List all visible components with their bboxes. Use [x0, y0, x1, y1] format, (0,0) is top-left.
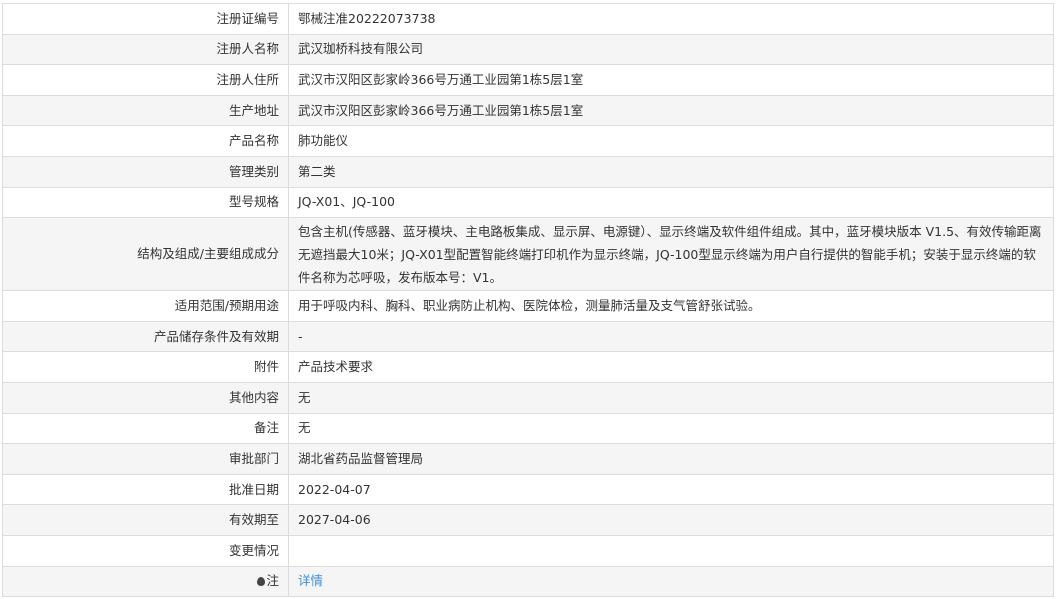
note-value-cell: 详情: [288, 565, 1054, 598]
table-row: 注册人名称 武汉珈桥科技有限公司: [2, 33, 1054, 66]
table-row: 型号规格 JQ-X01、JQ-100: [2, 186, 1054, 219]
table-row: 生产地址 武汉市汉阳区彭家岭366号万通工业园第1栋5层1室: [2, 94, 1054, 127]
field-value: JQ-X01、JQ-100: [288, 186, 1054, 219]
field-value: 武汉市汉阳区彭家岭366号万通工业园第1栋5层1室: [288, 94, 1054, 127]
field-label: 生产地址: [2, 94, 289, 127]
field-value: 湖北省药品监督管理局: [288, 443, 1054, 475]
details-link[interactable]: 详情: [298, 573, 323, 588]
table-row: 批准日期 2022-04-07: [2, 473, 1054, 506]
field-label: 附件: [2, 351, 289, 383]
field-label: 审批部门: [2, 443, 289, 475]
table-row: 审批部门 湖北省药品监督管理局: [2, 443, 1054, 475]
field-value: 第二类: [288, 155, 1054, 188]
field-label: 产品储存条件及有效期: [2, 320, 289, 353]
field-value: 无: [288, 381, 1054, 414]
field-value: 肺功能仪: [288, 125, 1054, 157]
table-row: 结构及组成/主要组成成分 包含主机(传感器、蓝牙模块、主电路板集成、显示屏、电源键…: [2, 217, 1054, 292]
pin-icon: [257, 577, 266, 587]
table-row: 产品名称 肺功能仪: [2, 125, 1054, 157]
field-label: 变更情况: [2, 534, 289, 567]
field-value: 无: [288, 412, 1054, 445]
field-label: 注册人名称: [2, 33, 289, 66]
field-label: 有效期至: [2, 504, 289, 536]
note-row: 注 详情: [2, 565, 1054, 598]
table-row: 其他内容无: [2, 381, 1054, 414]
registration-detail-table: 注册证编号 鄂械注准20222073738 注册人名称 武汉珈桥科技有限公司 注册人…: [2, 3, 1054, 598]
table-row: 适用范围/预期用途 用于呼吸内科、胸科、职业病防止机构、医院体检，测量肺活量及支气…: [2, 290, 1054, 322]
field-value: 武汉市汉阳区彭家岭366号万通工业园第1栋5层1室: [288, 64, 1054, 96]
table-row: 备注无: [2, 412, 1054, 445]
table-row: 产品储存条件及有效期 -: [2, 320, 1054, 353]
field-label: 备注: [2, 412, 289, 445]
field-value: 用于呼吸内科、胸科、职业病防止机构、医院体检，测量肺活量及支气管舒张试验。: [288, 290, 1054, 322]
table-row: 注册人住所 武汉市汉阳区彭家岭366号万通工业园第1栋5层1室: [2, 64, 1054, 96]
field-label: 产品名称: [2, 125, 289, 157]
table-row: 注册证编号 鄂械注准20222073738: [2, 3, 1054, 35]
table-row: 附件 产品技术要求: [2, 351, 1054, 383]
note-label-cell: 注: [2, 565, 289, 598]
field-label: 注册人住所: [2, 64, 289, 96]
field-value: 武汉珈桥科技有限公司: [288, 33, 1054, 66]
table-row: 有效期至 2027-04-06: [2, 504, 1054, 536]
field-value: 2022-04-07: [288, 473, 1054, 506]
field-value: 产品技术要求: [288, 351, 1054, 383]
field-label: 结构及组成/主要组成成分: [2, 217, 289, 292]
field-value: 鄂械注准20222073738: [288, 3, 1054, 35]
field-value: 包含主机(传感器、蓝牙模块、主电路板集成、显示屏、电源键）、显示终端及软件组件组…: [288, 217, 1054, 292]
field-label: 批准日期: [2, 473, 289, 506]
field-label: 注册证编号: [2, 3, 289, 35]
field-value: -: [288, 320, 1054, 353]
field-label: 型号规格: [2, 186, 289, 219]
note-label: 注: [266, 573, 279, 589]
field-label: 适用范围/预期用途: [2, 290, 289, 322]
field-value: [288, 534, 1054, 567]
table-row: 变更情况: [2, 534, 1054, 567]
table-row: 管理类别 第二类: [2, 155, 1054, 188]
field-label: 其他内容: [2, 381, 289, 414]
field-value: 2027-04-06: [288, 504, 1054, 536]
field-label: 管理类别: [2, 155, 289, 188]
